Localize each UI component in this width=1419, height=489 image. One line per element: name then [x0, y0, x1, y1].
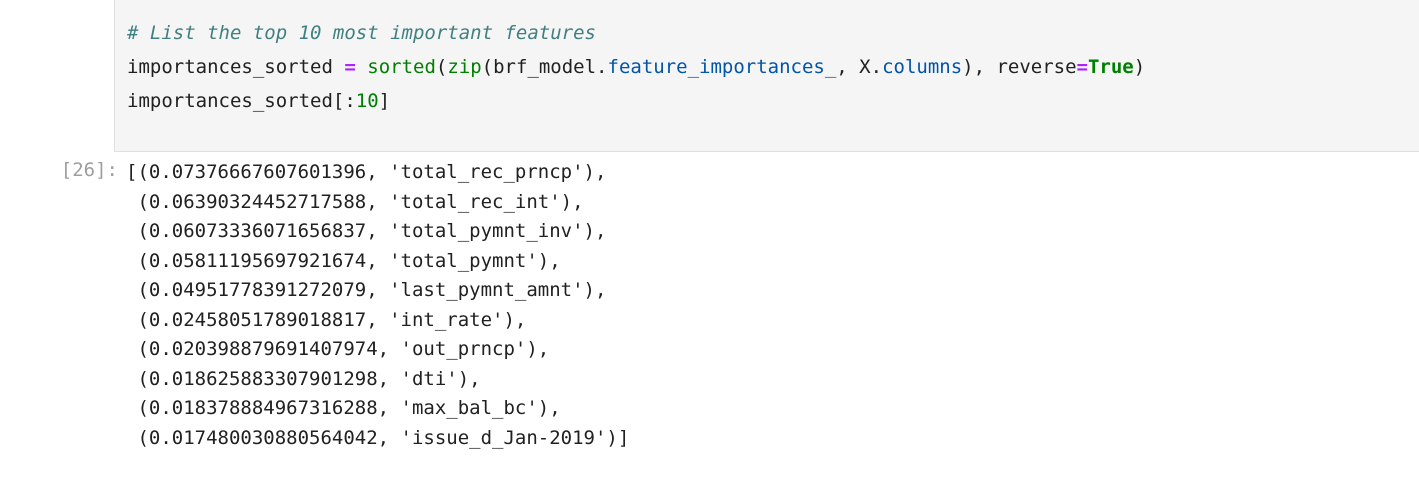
output-line: (0.06073336071656837, 'total_pymnt_inv')… [126, 220, 607, 242]
output-line: (0.018378884967316288, 'max_bal_bc'), [126, 397, 561, 419]
output-line: (0.017480030880564042, 'issue_d_Jan-2019… [126, 426, 630, 449]
cell-output: [(0.07376667607601396, 'total_rec_prncp'… [126, 158, 629, 453]
output-prompt: [26]: [60, 159, 118, 181]
code-token-columns-attr: columns [882, 56, 963, 78]
code-token-variable: importances_sorted [127, 56, 345, 78]
code-token-model-ref: (brf_model. [481, 56, 608, 78]
code-token-reverse-arg: ), reverse [962, 56, 1077, 78]
code-token-paren: ( [435, 56, 448, 78]
code-line-slice: importances_sorted[:10] [127, 84, 390, 118]
code-token-number: 10 [355, 90, 379, 112]
code-comment: # List the top 10 most important feature… [127, 22, 596, 44]
output-line: (0.02458051789018817, 'int_rate'), [126, 308, 527, 331]
code-token-separator: , X. [836, 56, 883, 78]
code-token-assign-operator: = [344, 56, 356, 78]
output-line: (0.04951778391272079, 'last_pymnt_amnt')… [126, 279, 607, 301]
output-line: (0.05811195697921674, 'total_pymnt'), [126, 249, 561, 272]
code-token-close-paren: ) [1133, 56, 1146, 78]
code-cell-input[interactable]: # List the top 10 most important feature… [114, 0, 1419, 152]
output-line: [(0.07376667607601396, 'total_rec_prncp'… [126, 161, 607, 183]
output-line: (0.018625883307901298, 'dti'), [126, 367, 481, 390]
code-line-sorted-assignment: importances_sorted = sorted(zip(brf_mode… [127, 50, 1145, 84]
code-token-feature-importances-attr: feature_importances_ [607, 56, 837, 78]
code-token-equals-operator: = [1076, 56, 1088, 78]
output-line: (0.06390324452717588, 'total_rec_int'), [126, 190, 584, 213]
code-line-comment: # List the top 10 most important feature… [127, 16, 596, 50]
code-token-sorted-builtin: sorted [367, 56, 436, 78]
code-token-zip-builtin: zip [447, 56, 482, 78]
output-line: (0.020398879691407974, 'out_prncp'), [126, 338, 550, 360]
code-token-close-bracket: ] [378, 90, 391, 112]
code-token-true-keyword: True [1087, 56, 1134, 78]
code-token-slice-variable: importances_sorted[: [127, 90, 356, 112]
